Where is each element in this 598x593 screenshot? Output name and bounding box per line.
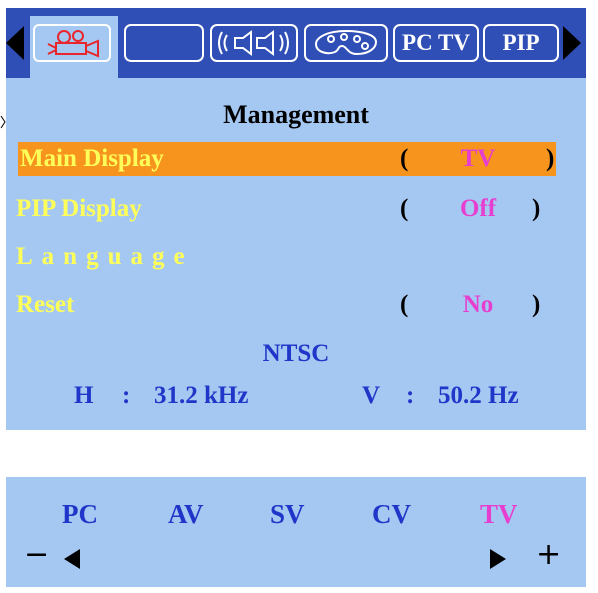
- menu-item-label: Main Display: [20, 145, 164, 172]
- paren-open: (: [400, 291, 409, 318]
- tab-scroll-right-icon[interactable]: [563, 26, 581, 60]
- menu-item-value: Off: [459, 195, 497, 222]
- h-frequency: 31.2 kHz: [154, 382, 249, 409]
- speaker-icon: [218, 30, 289, 56]
- source-cv[interactable]: CV: [372, 499, 411, 530]
- source-select-panel: PC AV SV CV TV − +: [6, 477, 586, 587]
- menu-title: Management: [223, 100, 369, 129]
- v-label: V: [362, 382, 381, 409]
- menu-item-label: Reset: [16, 291, 75, 318]
- tab-blank[interactable]: [124, 24, 204, 62]
- arrow-right-icon[interactable]: [490, 549, 506, 569]
- tab-sound[interactable]: [210, 24, 298, 62]
- tab-pip[interactable]: PIP: [483, 24, 559, 62]
- tab-bar: PC TV PIP: [6, 8, 586, 78]
- tab-scroll-left-icon[interactable]: [6, 26, 24, 60]
- paren-open: (: [400, 145, 409, 172]
- menu-item-pip-display[interactable]: PIP Display ( Off ): [6, 192, 566, 226]
- menu-item-value: TV: [460, 145, 496, 172]
- tab-pip-label: PIP: [502, 30, 540, 55]
- paren-open: (: [400, 195, 409, 222]
- menu-item-label: PIP Display: [16, 195, 142, 222]
- source-pc[interactable]: PC: [62, 499, 98, 530]
- paren-close: ): [532, 195, 541, 222]
- h-label: H: [74, 382, 94, 409]
- menu-item-reset[interactable]: Reset ( No ): [6, 288, 566, 322]
- source-av[interactable]: AV: [168, 499, 204, 530]
- menu-item-main-display[interactable]: Main Display ( TV ): [18, 142, 556, 176]
- v-separator: :: [406, 382, 415, 409]
- arrow-left-icon[interactable]: [64, 549, 80, 569]
- source-tv[interactable]: TV: [480, 499, 518, 530]
- plus-icon[interactable]: +: [536, 537, 561, 572]
- menu-item-language[interactable]: Language: [6, 240, 566, 274]
- paren-close: ): [532, 291, 541, 318]
- tab-color[interactable]: [304, 24, 388, 62]
- tab-picture[interactable]: [30, 16, 118, 78]
- menu-item-value: No: [462, 291, 494, 318]
- osd-main-panel: PC TV PIP Management Main Display ( TV )…: [6, 8, 586, 430]
- h-separator: :: [122, 382, 131, 409]
- tab-pc-tv[interactable]: PC TV: [393, 24, 479, 62]
- signal-standard: NTSC: [262, 340, 330, 367]
- pointer-mark: [0, 115, 6, 129]
- palette-icon: [314, 29, 378, 56]
- minus-icon[interactable]: −: [24, 537, 49, 572]
- menu-item-label: Language: [16, 243, 194, 270]
- tab-frame: [33, 24, 111, 62]
- paren-close: ): [546, 145, 555, 172]
- tab-pc-tv-label: PC TV: [402, 30, 470, 55]
- projector-icon: [47, 30, 99, 58]
- source-sv[interactable]: SV: [270, 499, 305, 530]
- v-frequency: 50.2 Hz: [438, 382, 519, 409]
